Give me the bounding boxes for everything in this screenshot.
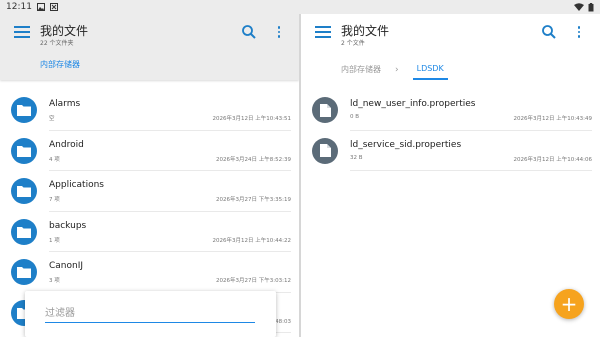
left-app-bar: 我的文件 22 个文件夹 内部存储器 [0, 14, 299, 80]
battery-icon [588, 2, 594, 11]
item-meta: 1 项 [49, 237, 60, 244]
menu-icon [14, 26, 30, 28]
left-pane: 我的文件 22 个文件夹 内部存储器 Alarms 空 2026年3月12日 上… [0, 14, 299, 337]
divider [350, 170, 592, 171]
search-icon[interactable] [241, 24, 257, 40]
breadcrumb-ldsdk[interactable]: LDSDK [412, 64, 448, 80]
item-name: ld_new_user_info.properties [350, 99, 476, 109]
menu-button[interactable] [14, 26, 30, 40]
download-notification-icon [49, 3, 58, 11]
file-icon [312, 97, 338, 123]
clock: 12:11 [6, 2, 32, 12]
add-button[interactable]: + [554, 289, 584, 319]
right-pane: 我的文件 2 个文件 内部存储器 › LDSDK ld_new_user_inf… [301, 14, 600, 337]
image-notification-icon [36, 3, 45, 11]
item-name: backups [49, 220, 87, 231]
list-item[interactable]: Applications 7 项 2026年3月27日 下午3:35:19 [0, 171, 299, 212]
menu-icon [315, 26, 331, 28]
search-icon[interactable] [541, 24, 557, 40]
item-meta: 7 项 [49, 197, 60, 203]
item-date: 2026年3月12日 上午10:43:49 [513, 116, 592, 122]
more-options-button[interactable] [574, 24, 584, 40]
item-size: 32 B [350, 154, 363, 161]
file-list: ld_new_user_info.properties 0 B 2026年3月1… [301, 90, 600, 171]
more-vert-icon [277, 26, 281, 29]
breadcrumb: 内部存储器 › LDSDK [341, 59, 448, 80]
item-meta: 3 项 [49, 278, 60, 284]
page-title: 我的文件 [341, 24, 390, 38]
folder-icon [11, 178, 37, 204]
page-title: 我的文件 [40, 24, 89, 38]
list-item[interactable]: backups 1 项 2026年3月12日 上午10:44:22 [0, 212, 299, 252]
item-date: 2026年3月27日 下午3:03:12 [216, 278, 291, 284]
file-icon [312, 137, 338, 164]
list-item[interactable]: ld_service_sid.properties 32 B 2026年3月12… [301, 131, 600, 171]
list-item[interactable]: Android 4 项 2026年3月24日 上午8:52:39 [0, 131, 299, 171]
item-meta: 4 项 [49, 156, 60, 163]
item-date: 2026年3月12日 上午10:43:51 [212, 116, 291, 122]
folder-icon [11, 97, 37, 123]
folder-count: 22 个文件夹 [40, 40, 74, 47]
item-date: 2026年3月27日 下午3:35:19 [216, 197, 291, 203]
more-options-button[interactable] [274, 24, 284, 40]
folder-icon [11, 137, 37, 164]
folder-icon [11, 259, 37, 285]
file-count: 2 个文件 [341, 40, 365, 47]
filter-dialog [25, 291, 276, 337]
filter-input[interactable] [45, 305, 255, 323]
item-name: ld_service_sid.properties [350, 139, 462, 150]
breadcrumb: 内部存储器 [40, 59, 80, 78]
item-size: 0 B [350, 114, 360, 120]
more-vert-icon [577, 26, 581, 29]
chevron-right-icon: › [395, 64, 399, 75]
right-app-bar: 我的文件 2 个文件 内部存储器 › LDSDK [301, 14, 600, 80]
item-name: Applications [49, 180, 104, 190]
wifi-icon [574, 3, 584, 11]
list-item[interactable]: ld_new_user_info.properties 0 B 2026年3月1… [301, 90, 600, 131]
breadcrumb-internal-storage[interactable]: 内部存储器 [341, 64, 381, 75]
list-item[interactable]: CanonIJ 3 项 2026年3月27日 下午3:03:12 [0, 252, 299, 293]
item-name: Android [49, 139, 84, 150]
folder-icon [11, 218, 37, 245]
item-date: 2026年3月24日 上午8:52:39 [216, 156, 291, 163]
menu-button[interactable] [315, 26, 331, 40]
item-name: Alarms [49, 99, 81, 109]
list-item[interactable]: Alarms 空 2026年3月12日 上午10:43:51 [0, 90, 299, 131]
item-name: CanonIJ [49, 261, 84, 271]
breadcrumb-internal-storage[interactable]: 内部存储器 [40, 59, 80, 78]
item-date: 2026年3月12日 上午10:44:06 [513, 156, 592, 163]
item-date: 2026年3月12日 上午10:44:22 [212, 237, 291, 244]
status-bar: 12:11 [0, 0, 600, 14]
item-meta: 空 [49, 116, 55, 122]
